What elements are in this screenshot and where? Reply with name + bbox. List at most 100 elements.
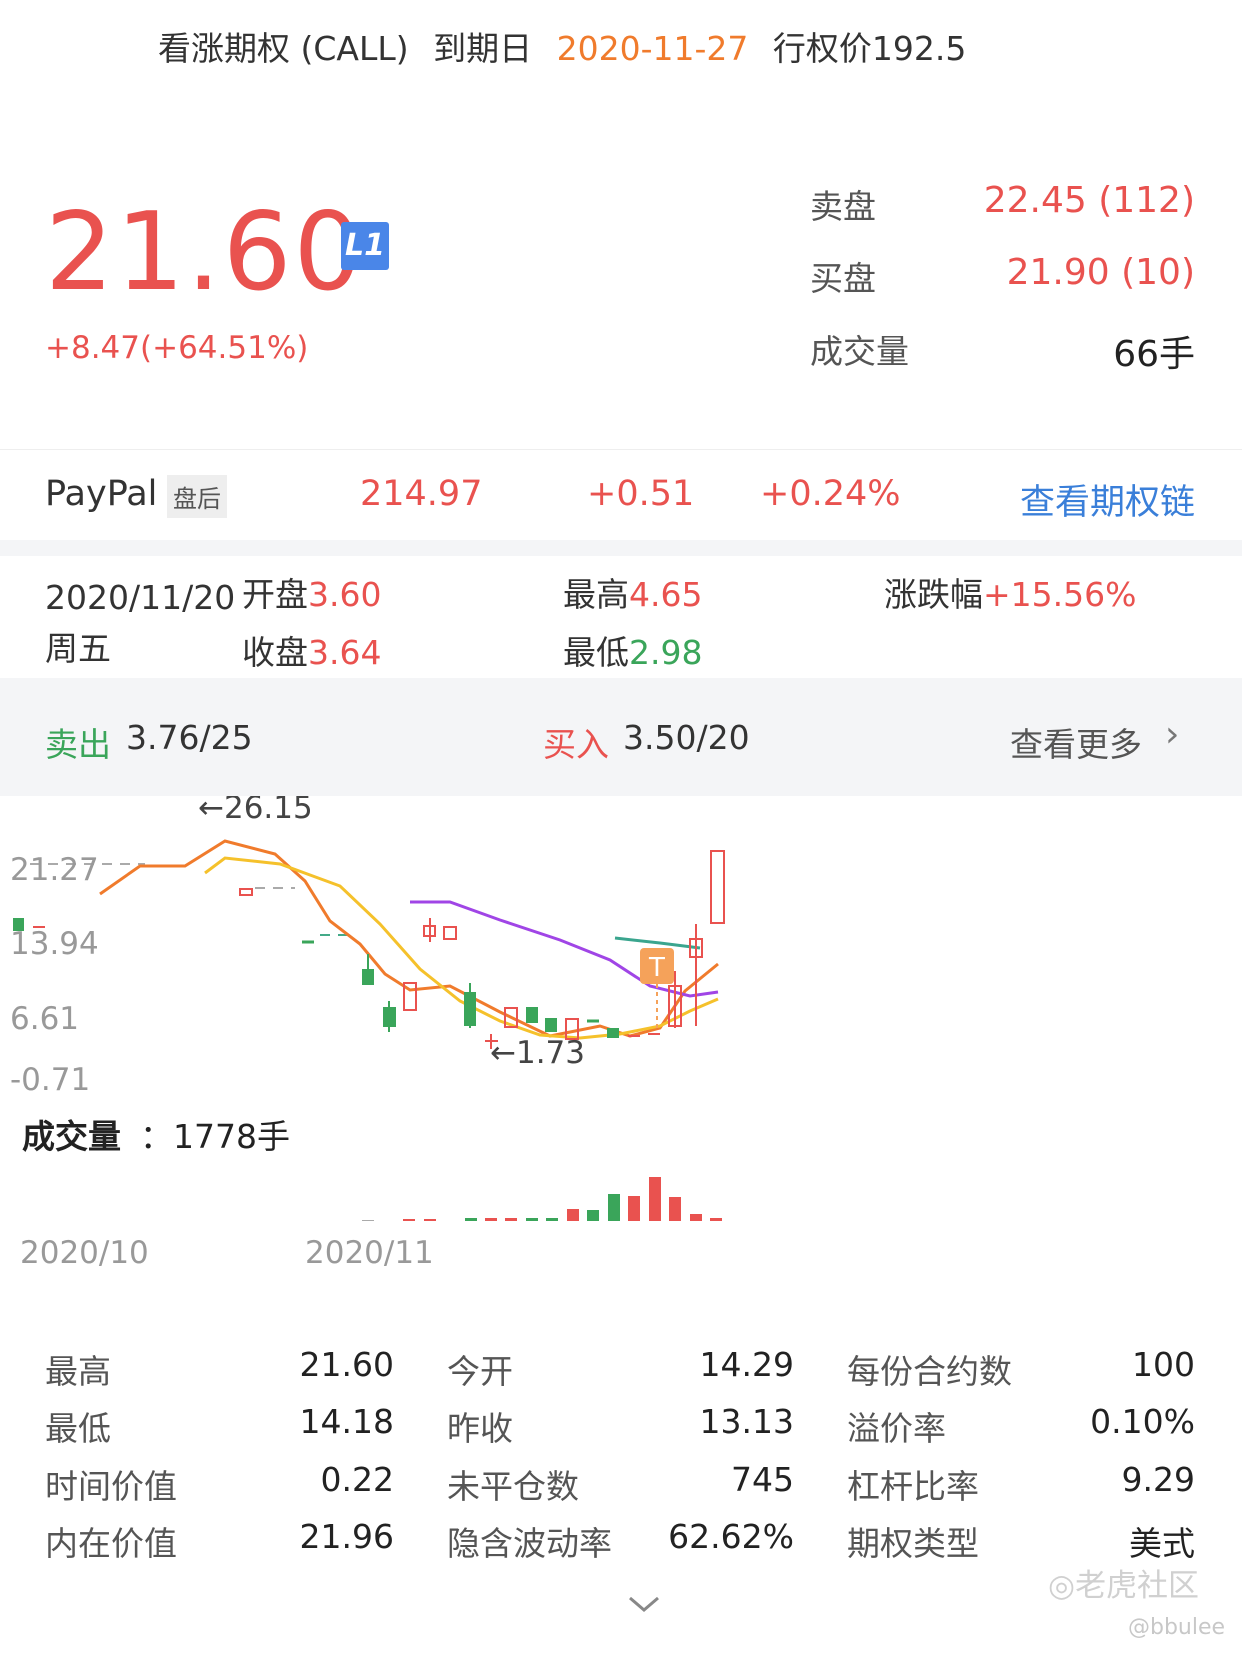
order-bar: 卖出 3.76/25 买入 3.50/20 查看更多 › — [0, 678, 1242, 796]
watermark-logo-icon: ◎ — [1048, 1568, 1076, 1604]
stat-value: 100 — [1132, 1345, 1195, 1384]
expiry-date: 2020-11-27 — [556, 29, 749, 68]
volume-bar — [567, 1209, 579, 1221]
stat-label: 溢价率 — [847, 1409, 946, 1448]
y-tick: 6.61 — [10, 1001, 79, 1037]
underlying-price: 214.97 — [360, 474, 483, 514]
candle — [239, 888, 253, 896]
volume-bar — [669, 1197, 681, 1221]
watermark-brand-text: 老虎社区 — [1075, 1568, 1200, 1604]
ma-line-yellow — [204, 856, 719, 1040]
ma-line-teal — [614, 936, 701, 950]
watermark-user: @bbulee — [1128, 1615, 1226, 1640]
low-item: 最低2.98 — [563, 626, 702, 674]
low-label: 最低 — [563, 633, 629, 672]
option-chain-link[interactable]: 查看期权链 — [1020, 474, 1195, 525]
after-hours-badge: 盘后 — [167, 475, 227, 518]
volume-bar — [587, 1210, 599, 1221]
volume-bar — [546, 1218, 558, 1221]
stat-value: 62.62% — [668, 1517, 794, 1556]
open-label: 开盘 — [242, 575, 308, 614]
open-value: 3.60 — [308, 575, 382, 614]
stat-label: 杠杆比率 — [847, 1467, 979, 1506]
range-value: +15.56% — [983, 575, 1137, 614]
candle — [526, 1007, 538, 1023]
candle-weekday: 周五 — [45, 629, 111, 668]
stat-label: 今开 — [447, 1352, 513, 1391]
bid-label: 买盘 — [810, 259, 876, 298]
stat-label: 时间价值 — [45, 1467, 177, 1506]
volume-chart-label: 成交量 — [22, 1117, 121, 1156]
stat-label: 每份合约数 — [847, 1352, 1012, 1391]
volume-bar — [485, 1218, 497, 1221]
stat-label: 昨收 — [447, 1409, 513, 1448]
trade-marker-label: T — [648, 953, 665, 983]
stat-label: 内在价值 — [45, 1524, 177, 1563]
stat-value: 0.10% — [1090, 1402, 1195, 1441]
volume-bar — [690, 1214, 702, 1221]
close-item: 收盘3.64 — [242, 626, 381, 674]
last-price: 21.60 — [45, 190, 365, 315]
stat-value: 9.29 — [1121, 1460, 1195, 1499]
buy-value: 3.50/20 — [623, 718, 750, 757]
close-value: 3.64 — [308, 633, 382, 672]
high-value: 4.65 — [629, 575, 703, 614]
volume-bar — [362, 1220, 374, 1221]
y-tick: -0.71 — [10, 1062, 90, 1098]
strike-price: 行权价192.5 — [772, 29, 967, 68]
volume-bar — [424, 1219, 436, 1221]
candle — [13, 918, 24, 931]
volume-bar — [403, 1219, 415, 1221]
sell-value: 3.76/25 — [126, 718, 253, 757]
price-change: +8.47(+64.51%) — [45, 330, 309, 366]
volume-bar — [608, 1194, 620, 1221]
underlying-change: +0.51 — [587, 474, 695, 514]
volume-bar — [628, 1196, 640, 1221]
y-tick: 21.27 — [10, 852, 99, 888]
chevron-right-icon[interactable]: › — [1165, 714, 1179, 755]
underlying-name: PayPal — [45, 474, 158, 514]
x-tick: 2020/11 — [305, 1235, 434, 1271]
min-annotation: ←1.73 — [490, 1035, 585, 1071]
stat-value: 14.29 — [699, 1345, 794, 1384]
candle-date: 2020/11/20 — [45, 578, 236, 617]
sell-label: 卖出 — [45, 725, 111, 764]
see-more-link[interactable]: 查看更多 — [1010, 718, 1142, 766]
ask-label: 卖盘 — [810, 187, 876, 226]
kline-chart[interactable]: 21.27 13.94 6.61 -0.71 T ←26.15 ←1.73 成交… — [0, 796, 1242, 1276]
low-value: 2.98 — [629, 633, 703, 672]
option-header: 看涨期权 (CALL) 到期日 2020-11-27 行权价192.5 — [158, 22, 980, 70]
close-label: 收盘 — [242, 633, 308, 672]
max-annotation: ←26.15 — [198, 796, 313, 826]
level1-badge-icon[interactable]: L1 — [341, 222, 389, 270]
volume-bar — [465, 1218, 477, 1221]
x-tick: 2020/10 — [20, 1235, 149, 1271]
divider — [0, 540, 1242, 556]
stats-grid: 最高 21.60 今开 14.29 每份合约数 100 最低 14.18 昨收 … — [0, 1345, 1242, 1585]
option-type: 看涨期权 (CALL) — [158, 29, 409, 68]
stat-value: 13.13 — [699, 1402, 794, 1441]
expiry-label: 到期日 — [433, 29, 533, 68]
chevron-down-icon[interactable] — [626, 1592, 662, 1616]
open-item: 开盘3.60 — [242, 568, 381, 616]
ask-value: 22.45 (112) — [983, 180, 1195, 221]
candle — [545, 1018, 557, 1032]
volume-bar — [710, 1218, 722, 1221]
watermark-brand: ◎老虎社区 — [1048, 1560, 1199, 1605]
volume-value: 66手 — [1113, 334, 1195, 375]
underlying-change-pct: +0.24% — [760, 474, 901, 514]
candle — [710, 850, 725, 924]
stat-value: 745 — [731, 1460, 794, 1499]
stat-label: 未平仓数 — [447, 1467, 579, 1506]
stat-label: 最低 — [45, 1409, 111, 1448]
underlying-bar[interactable]: PayPal 盘后 214.97 +0.51 +0.24% 查看期权链 — [0, 449, 1242, 541]
volume-bar — [505, 1218, 517, 1221]
stat-label: 最高 — [45, 1352, 111, 1391]
y-tick: 13.94 — [10, 926, 99, 962]
bid-value: 21.90 (10) — [1006, 252, 1195, 293]
stat-value: 21.60 — [299, 1345, 394, 1384]
volume-label: 成交量 — [810, 332, 909, 371]
stat-value: 21.96 — [299, 1517, 394, 1556]
stat-value: 0.22 — [320, 1460, 394, 1499]
volume-bar — [649, 1177, 661, 1221]
